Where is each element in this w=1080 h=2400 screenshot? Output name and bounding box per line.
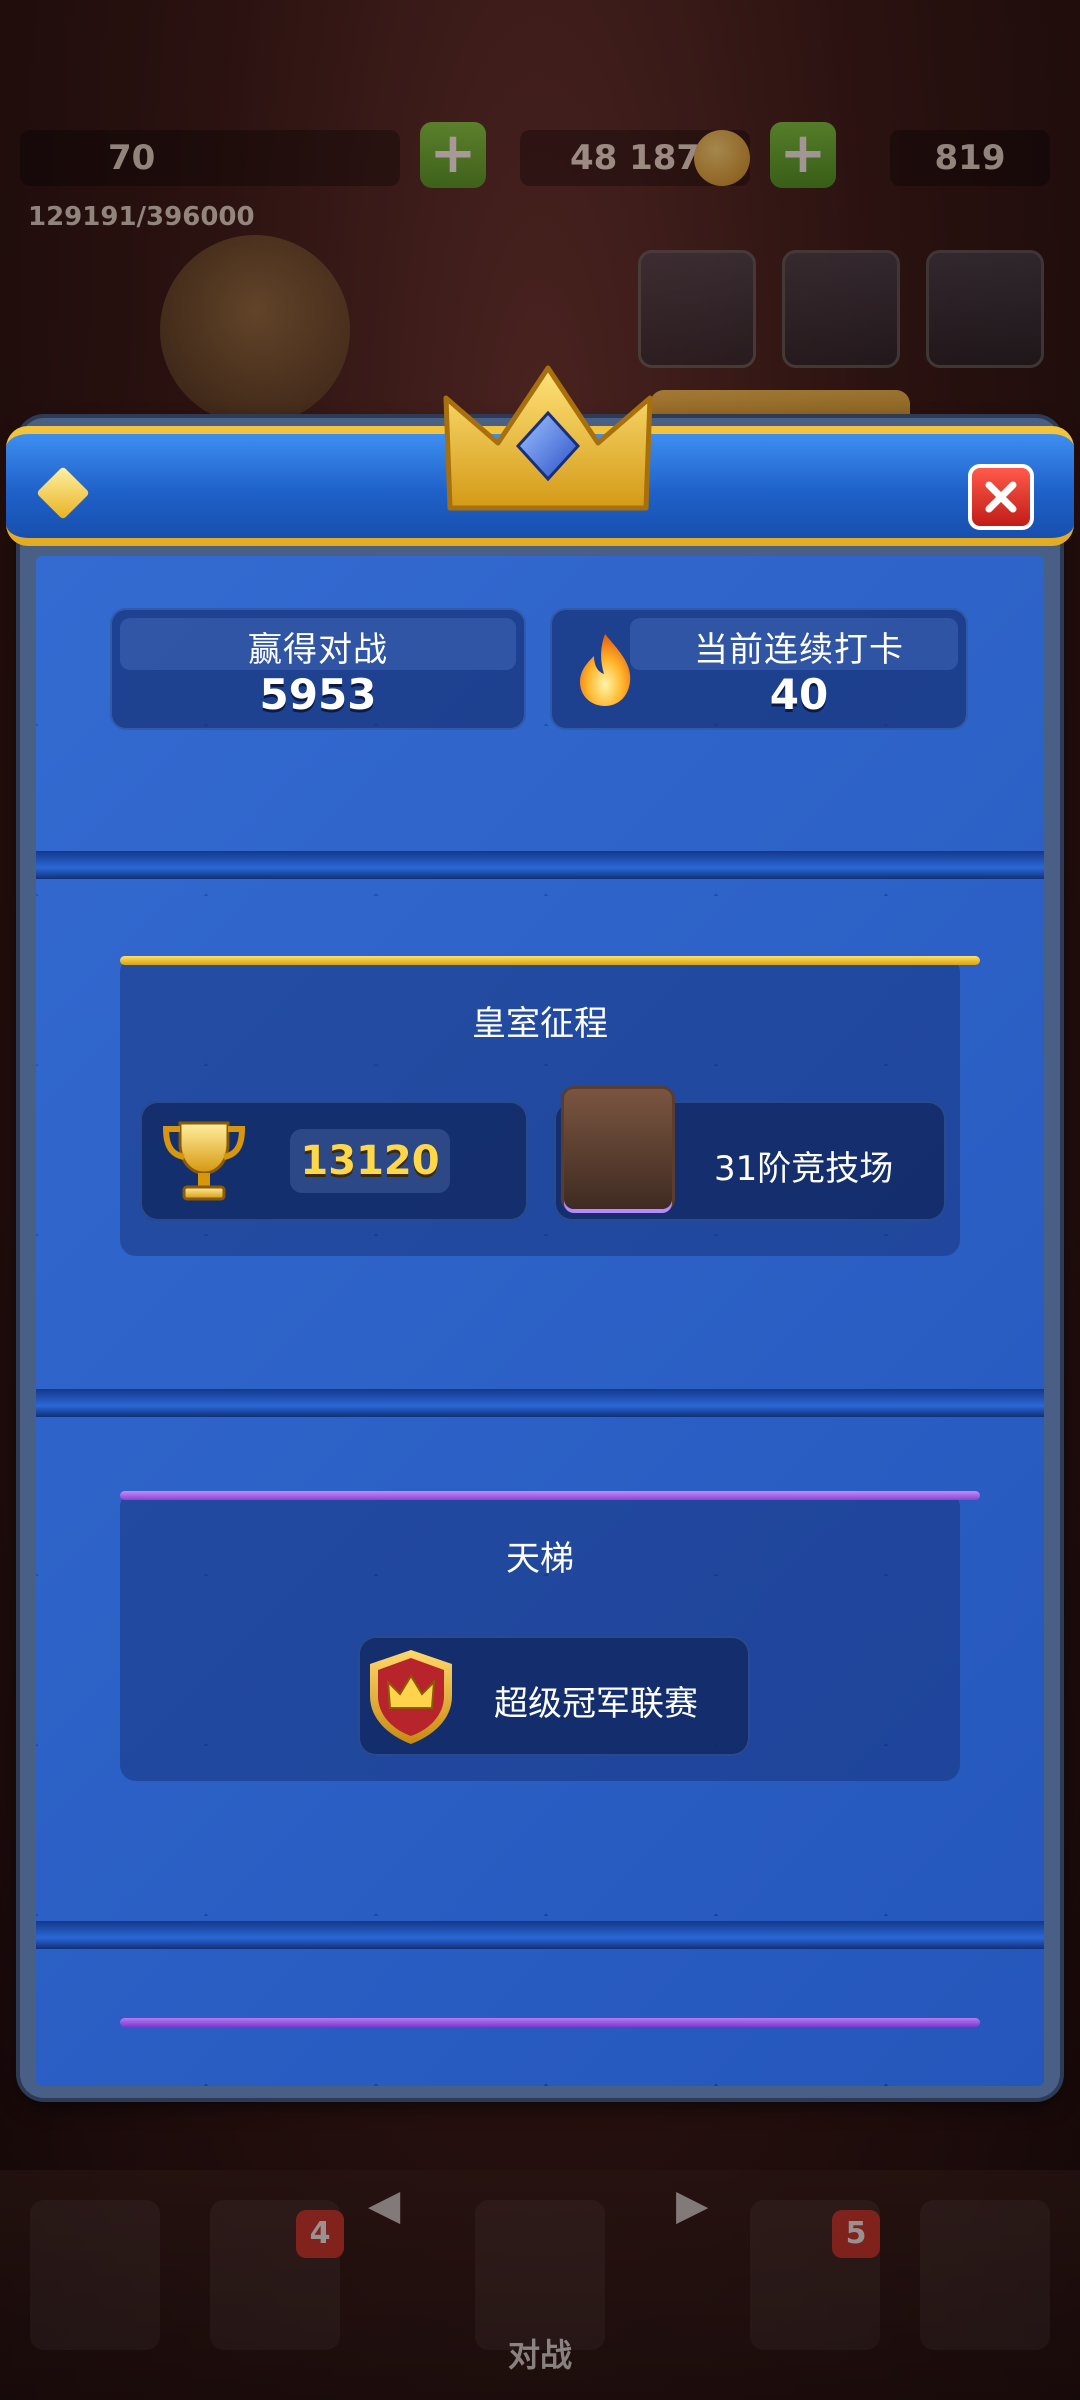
trophy-chip[interactable]: 13120 [140,1101,528,1221]
royal-journey-title: 皇室征程 [472,1004,608,1044]
xp-progress: 129191/396000 [28,202,255,232]
arena-name: 31阶竞技场 [714,1149,894,1189]
section-divider [36,851,1044,879]
xp-bar: 70 129191/396000 [20,130,400,232]
gem-icon [36,466,90,520]
wins-stat: 赢得对战 5953 [110,608,526,730]
profile-stats-modal: 赢得对战 5953 当前连续打卡 40 皇室征程 13120 31阶竞技场 天梯… [6,365,1074,2098]
gem-counter: 819 [890,130,1050,186]
screen: 70 129191/396000 + 48 187 + 819 4 5 ◀ ▶ … [0,0,1080,2400]
nav-tab-battle[interactable] [475,2200,605,2350]
league-chip[interactable]: 超级冠军联赛 [358,1636,750,1756]
trophy-count: 13120 [290,1129,450,1193]
next-section-line [120,2018,980,2027]
section-divider [36,1389,1044,1417]
league-badge-icon [370,1650,452,1744]
nav-tab-shop[interactable] [30,2200,160,2350]
royal-journey-line [120,956,980,965]
xp-plus-button[interactable]: + [420,122,486,188]
king-avatar[interactable] [160,235,350,425]
league-name: 超级冠军联赛 [494,1684,698,1724]
gold-coin-icon [694,130,750,186]
streak-stat: 当前连续打卡 40 [550,608,968,730]
gold-plus-button[interactable]: + [770,122,836,188]
nav-battle-label: 对战 [507,2336,572,2374]
gold-amount: 48 187 [569,138,701,178]
top-hud: 70 129191/396000 + 48 187 + 819 [0,0,1080,440]
wins-label: 赢得对战 [248,630,388,670]
nav-right-arrow-icon[interactable]: ▶ [676,2180,708,2229]
level-number: 70 [108,138,156,178]
arena-chip[interactable]: 31阶竞技场 [554,1089,946,1221]
ladder-title: 天梯 [506,1539,574,1579]
streak-label: 当前连续打卡 [694,630,904,670]
crown-gem-icon [443,365,653,511]
modal-body: 赢得对战 5953 当前连续打卡 40 皇室征程 13120 31阶竞技场 天梯… [36,556,1044,2086]
streak-value: 40 [769,670,829,719]
close-icon [985,481,1017,513]
clan-badge: 5 [832,2210,880,2258]
nav-left-arrow-icon[interactable]: ◀ [368,2180,400,2229]
arena-image [564,1089,672,1209]
close-button[interactable] [968,464,1034,530]
ladder-line [120,1491,980,1500]
gem-amount: 819 [934,138,1006,178]
nav-tab-events[interactable] [920,2200,1050,2350]
trophy-icon [162,1121,246,1201]
section-divider [36,1921,1044,1949]
cards-badge: 4 [296,2210,344,2258]
news-button[interactable] [782,250,900,368]
menu-button[interactable] [926,250,1044,368]
wins-value: 5953 [259,670,377,719]
friends-button[interactable] [638,250,756,368]
body-pattern [36,556,1044,2086]
